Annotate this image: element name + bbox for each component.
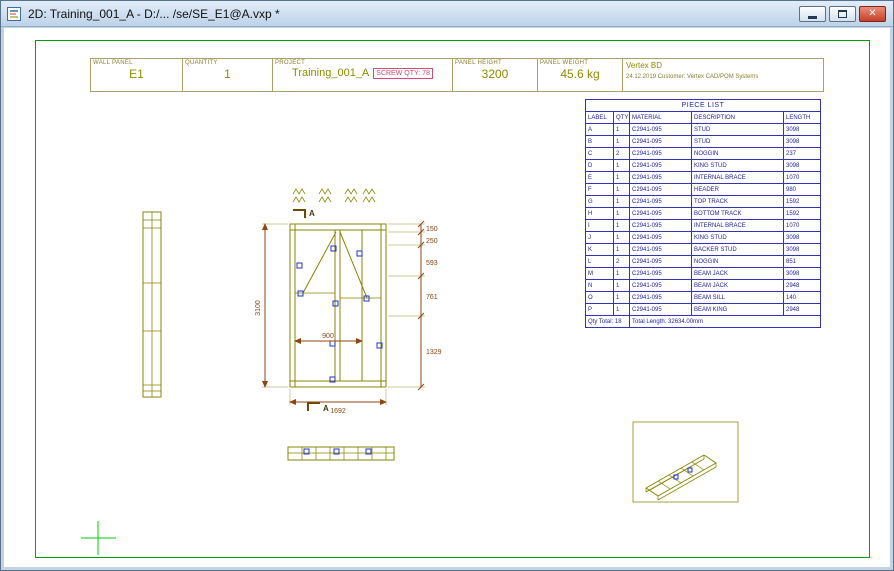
front-view[interactable] (290, 224, 386, 387)
dim-text-seg-1: 150 (426, 226, 438, 233)
maximize-button[interactable] (829, 6, 856, 22)
dimension-opening: 900 (295, 333, 362, 341)
origin-crosshair (81, 521, 116, 555)
window-titlebar[interactable]: 2D: Training_001_A - D:/... /se/SE_E1@A.… (1, 1, 893, 27)
dim-text-height: 3100 (255, 300, 262, 316)
panel-drawing[interactable]: A A (36, 41, 871, 559)
dim-text-seg-4: 761 (426, 294, 438, 301)
close-button[interactable]: ✕ (859, 6, 886, 22)
dimension-width: 1692 (290, 389, 386, 415)
dimension-chain-right: 150 250 593 761 1329 (388, 221, 442, 390)
screw-group-symbols[interactable] (293, 189, 375, 202)
sheet-border: WALL PANEL E1 QUANTITY 1 PROJECT Trainin… (35, 40, 870, 558)
dim-text-seg-2: 250 (426, 238, 438, 245)
brace-line (303, 232, 336, 293)
dim-text-opening: 900 (322, 333, 334, 340)
minimize-icon (808, 16, 817, 19)
iso-view[interactable] (633, 422, 738, 502)
app-icon (6, 6, 22, 22)
app-window: 2D: Training_001_A - D:/... /se/SE_E1@A.… (0, 0, 894, 571)
dim-text-seg-5: 1329 (426, 349, 442, 356)
minimize-button[interactable] (799, 6, 826, 22)
plan-view[interactable] (288, 447, 394, 460)
window-controls: ✕ (799, 6, 888, 22)
dim-text-width: 1692 (330, 408, 346, 415)
section-mark-bottom: A (308, 403, 329, 413)
side-view[interactable] (143, 212, 161, 397)
dimension-height: 3100 (255, 224, 288, 387)
dim-text-seg-3: 593 (426, 260, 438, 267)
window-title: 2D: Training_001_A - D:/... /se/SE_E1@A.… (28, 7, 793, 21)
brace-line (340, 232, 367, 298)
section-label-top: A (309, 209, 315, 218)
maximize-icon (838, 10, 847, 18)
drawing-canvas[interactable]: WALL PANEL E1 QUANTITY 1 PROJECT Trainin… (4, 28, 890, 567)
section-label-bottom: A (323, 404, 329, 413)
section-mark-top: A (293, 209, 315, 218)
